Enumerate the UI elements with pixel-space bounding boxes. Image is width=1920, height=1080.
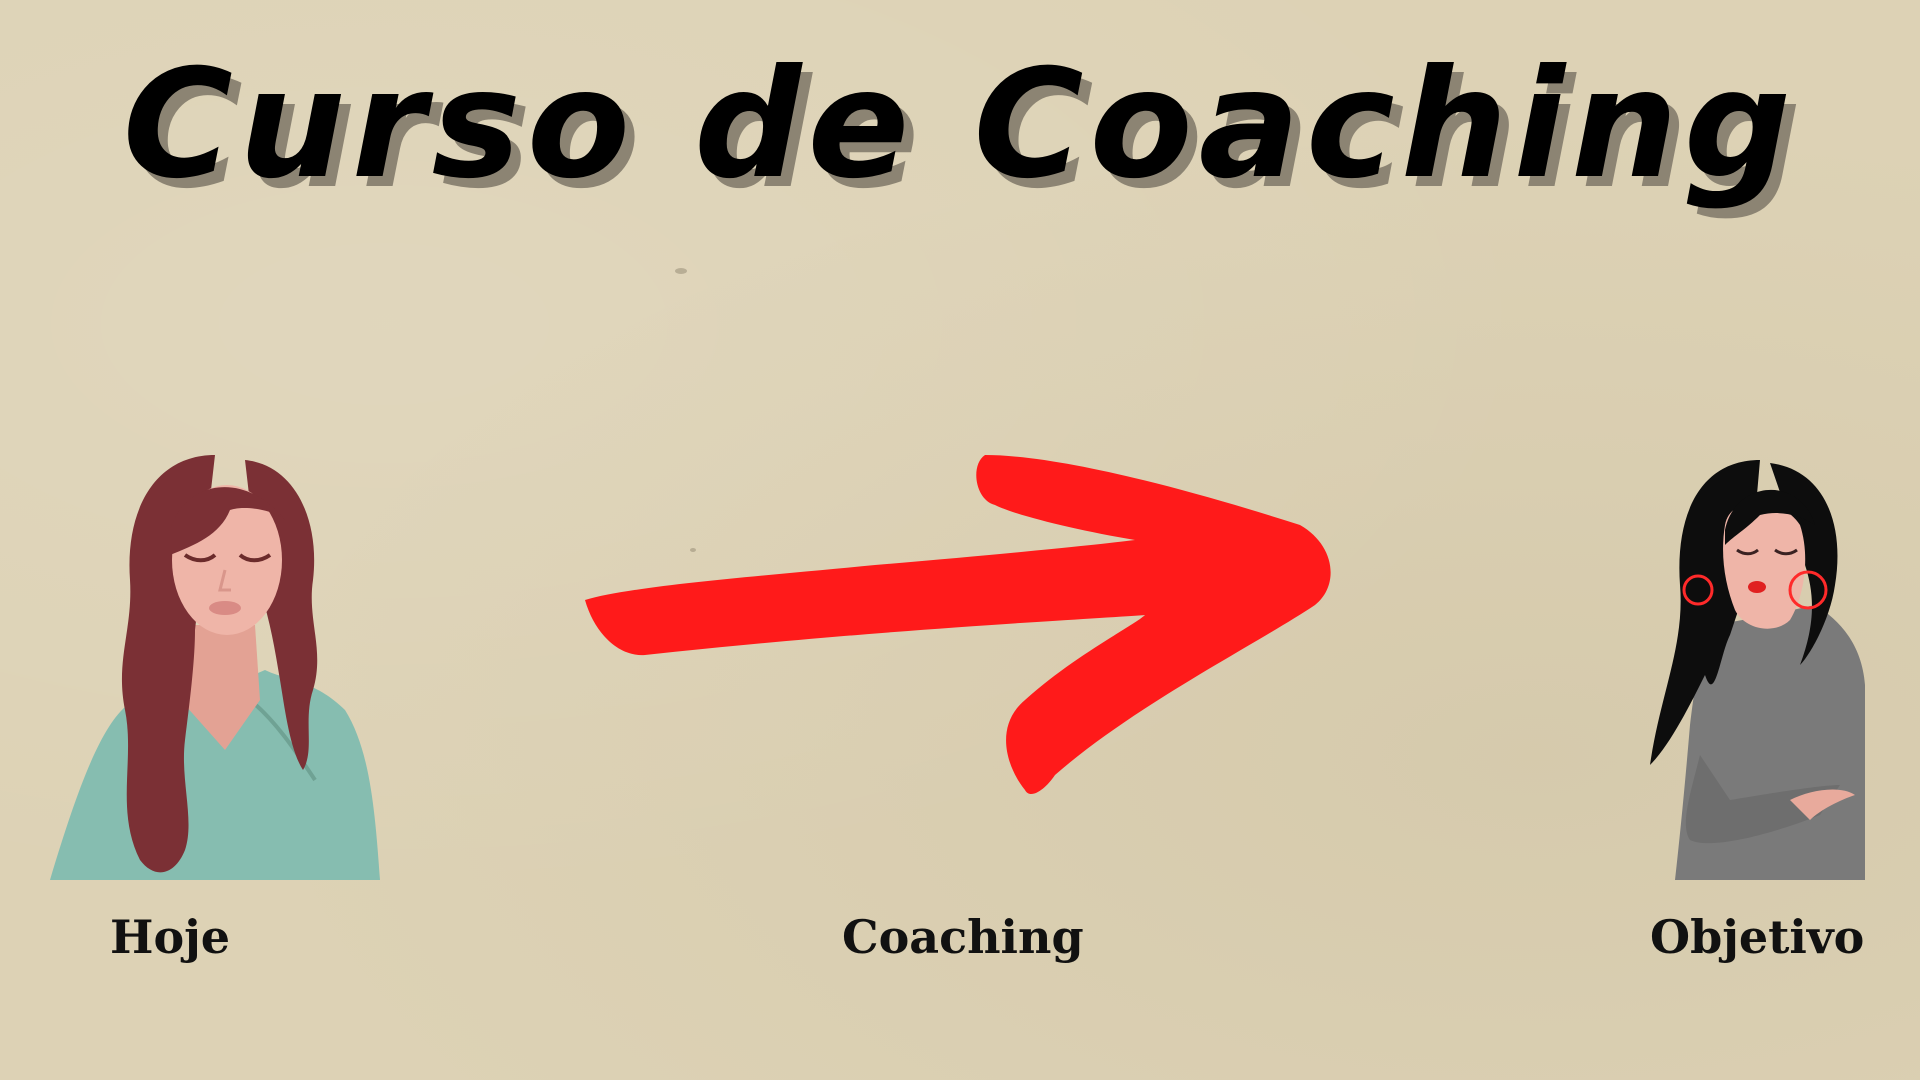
woman-goal-illustration	[1640, 455, 1880, 885]
paper-speck	[675, 268, 687, 274]
label-coaching: Coaching	[842, 910, 1084, 964]
red-arrow-icon	[575, 445, 1345, 809]
label-today: Hoje	[110, 910, 231, 964]
page-title: Curso de Coaching	[122, 38, 1798, 212]
woman-today-illustration	[45, 450, 385, 880]
label-goal: Objetivo	[1650, 910, 1865, 964]
